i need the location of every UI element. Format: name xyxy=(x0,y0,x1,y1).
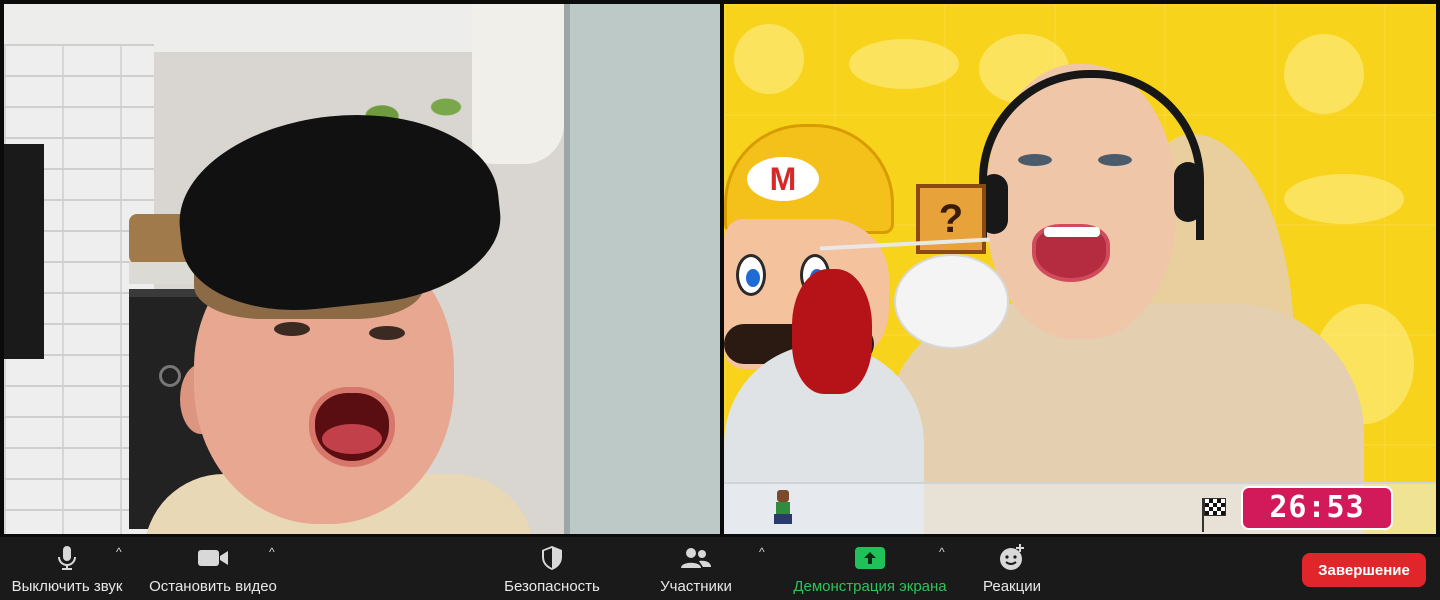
video-options-caret-icon[interactable]: ^ xyxy=(269,545,275,559)
background-sprite xyxy=(1284,34,1364,114)
mario-eye-left xyxy=(736,254,766,296)
people-icon xyxy=(680,544,712,572)
headset-earcup-right xyxy=(1174,162,1202,222)
boy-tongue xyxy=(322,424,382,454)
stop-video-label: Остановить видео xyxy=(149,578,277,595)
security-label: Безопасность xyxy=(504,578,600,595)
white-glove xyxy=(894,254,1009,349)
boy-eye-left xyxy=(274,322,310,336)
countdown-timer: 26:53 xyxy=(1241,486,1393,530)
mute-button[interactable]: Выключить звук xyxy=(6,537,128,600)
reactions-label: Реакции xyxy=(983,578,1041,595)
mario-badge: M xyxy=(747,157,819,201)
end-meeting-button[interactable]: Завершение xyxy=(1302,553,1426,587)
share-options-caret-icon[interactable]: ^ xyxy=(939,545,945,559)
mute-label: Выключить звук xyxy=(11,578,123,595)
participant-video-left[interactable] xyxy=(4,4,720,534)
share-screen-arrow-icon xyxy=(854,544,886,572)
audio-options-caret-icon[interactable]: ^ xyxy=(116,545,122,559)
meeting-toolbar: Выключить звук ^ Остановить видео ^ Безо… xyxy=(0,537,1440,600)
background-sprite xyxy=(849,39,959,89)
video-camera-icon xyxy=(197,544,229,572)
participants-label: Участники xyxy=(660,578,732,595)
share-screen-label: Демонстрация экрана xyxy=(793,578,947,595)
curtain xyxy=(472,4,564,164)
participants-options-caret-icon[interactable]: ^ xyxy=(759,545,765,559)
microphone-icon xyxy=(51,544,83,572)
stop-video-button[interactable]: Остановить видео xyxy=(146,537,280,600)
share-screen-button[interactable]: Демонстрация экрана xyxy=(788,537,952,600)
reactions-button[interactable]: Реакции xyxy=(978,537,1046,600)
video-gallery: M ? 26:53 xyxy=(0,0,1440,537)
timer-progress-strip: 26:53 xyxy=(724,482,1436,534)
background-sprite xyxy=(734,24,804,94)
participant-video-right[interactable]: M ? 26:53 xyxy=(724,4,1436,534)
boy-eye-right xyxy=(369,326,405,340)
smiley-add-icon xyxy=(996,544,1028,572)
participants-button[interactable]: Участники xyxy=(655,537,737,600)
dark-cabinet xyxy=(4,144,44,359)
finish-flag-icon xyxy=(1204,498,1226,516)
security-button[interactable]: Безопасность xyxy=(500,537,604,600)
window-frame xyxy=(564,4,720,534)
shield-icon xyxy=(536,544,568,572)
oven-knob xyxy=(159,365,181,387)
chicken-puppet-comb xyxy=(792,269,872,394)
runner-sprite-icon xyxy=(768,490,798,526)
background-sprite xyxy=(1284,174,1404,224)
